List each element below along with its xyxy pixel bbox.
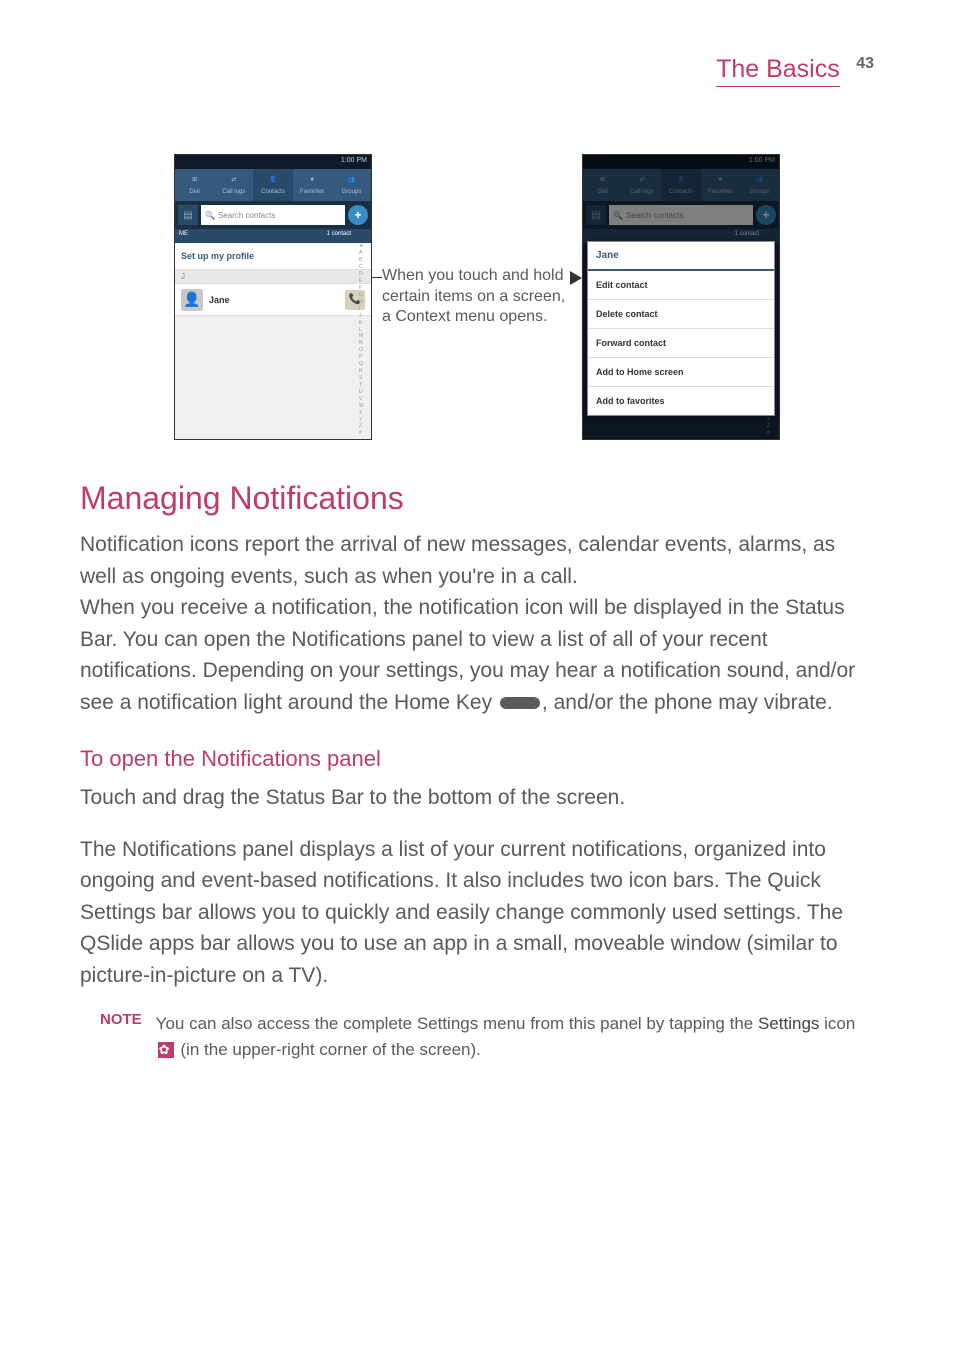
tab-dial: ⊞Dial xyxy=(175,169,214,201)
settings-icon xyxy=(158,1042,174,1058)
status-bar: 1:00 PM xyxy=(583,155,779,169)
alpha-index: ★ABCDEFGHIJKLMNOPQRSTUVWXYZ# xyxy=(359,243,369,437)
home-key-icon xyxy=(500,697,540,709)
section-title: Managing Notifications xyxy=(80,480,874,517)
tab-favorites: ★Favorites xyxy=(701,169,740,201)
context-item-add-favorites: Add to favorites xyxy=(588,387,774,415)
figure-illustration: 1:00 PM ⊞Dial ⇄Call logs 👤Contacts ★Favo… xyxy=(80,154,874,440)
contacts-icon: 👤 xyxy=(267,176,279,188)
contact-row-jane: 👤 Jane 📞 xyxy=(175,284,371,316)
star-icon: ★ xyxy=(306,176,318,188)
call-logs-icon: ⇄ xyxy=(228,176,240,188)
tab-row: ⊞Dial ⇄Call logs 👤Contacts ★Favorites 👥G… xyxy=(583,169,779,201)
subsection-intro: Touch and drag the Status Bar to the bot… xyxy=(80,782,874,814)
context-item-delete: Delete contact xyxy=(588,300,774,329)
callout-text: When you touch and hold certain items on… xyxy=(382,266,572,328)
page-header: The Basics 43 xyxy=(0,0,954,84)
context-menu: Jane Edit contact Delete contact Forward… xyxy=(587,241,775,416)
page-number: 43 xyxy=(856,55,874,72)
contact-name: Jane xyxy=(209,295,345,305)
search-row: ▤ 🔍 Search contacts + xyxy=(175,201,371,229)
note-row: NOTE You can also access the complete Se… xyxy=(80,1011,874,1062)
search-contacts-input: 🔍 Search contacts xyxy=(201,205,345,225)
context-item-edit: Edit contact xyxy=(588,271,774,300)
tab-dial: ⊞Dial xyxy=(583,169,622,201)
tab-call-logs: ⇄Call logs xyxy=(214,169,253,201)
status-bar: 1:00 PM xyxy=(175,155,371,169)
add-contact-button: + xyxy=(756,205,776,225)
context-menu-title: Jane xyxy=(588,242,774,271)
groups-icon: 👥 xyxy=(345,176,357,188)
avatar-icon: 👤 xyxy=(181,289,203,311)
dial-icon: ⊞ xyxy=(189,176,201,188)
count-row: ME 1 contact xyxy=(175,229,371,243)
contact-list: Set up my profile J 👤 Jane 📞 xyxy=(175,243,371,439)
note-label: NOTE xyxy=(100,1011,142,1062)
tab-groups: 👥Groups xyxy=(740,169,779,201)
callout-arrow-icon xyxy=(570,271,582,285)
search-contacts-input: 🔍 Search contacts xyxy=(609,205,753,225)
phone-screenshot-normal: 1:00 PM ⊞Dial ⇄Call logs 👤Contacts ★Favo… xyxy=(174,154,372,440)
phone-screenshot-context-menu: 1:00 PM ⊞Dial ⇄Call logs 👤Contacts ★Favo… xyxy=(582,154,780,440)
setup-profile-row: Set up my profile xyxy=(175,243,371,270)
header-title: The Basics xyxy=(716,55,840,87)
subsection-title: To open the Notifications panel xyxy=(80,746,874,772)
tab-favorites: ★Favorites xyxy=(293,169,332,201)
section-letter: J xyxy=(175,270,371,284)
intro-paragraph: Notification icons report the arrival of… xyxy=(80,529,874,592)
note-text: You can also access the complete Setting… xyxy=(156,1011,874,1062)
contacts-app-icon: ▤ xyxy=(178,205,198,225)
tab-call-logs: ⇄Call logs xyxy=(622,169,661,201)
contacts-app-icon: ▤ xyxy=(586,205,606,225)
tab-contacts: 👤Contacts xyxy=(253,169,292,201)
body-paragraph-1: When you receive a notification, the not… xyxy=(80,592,874,718)
tab-row: ⊞Dial ⇄Call logs 👤Contacts ★Favorites 👥G… xyxy=(175,169,371,201)
tab-contacts: 👤Contacts xyxy=(661,169,700,201)
context-item-forward: Forward contact xyxy=(588,329,774,358)
tab-groups: 👥Groups xyxy=(332,169,371,201)
subsection-body: The Notifications panel displays a list … xyxy=(80,834,874,992)
context-item-add-home: Add to Home screen xyxy=(588,358,774,387)
main-content: Managing Notifications Notification icon… xyxy=(0,480,954,1062)
search-row: ▤ 🔍 Search contacts + xyxy=(583,201,779,229)
add-contact-button: + xyxy=(348,205,368,225)
